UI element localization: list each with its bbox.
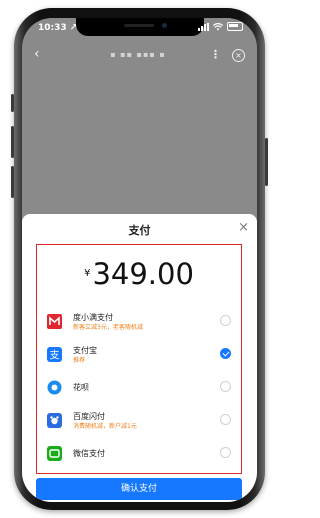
- status-bar: 10:33 ↗: [22, 18, 257, 44]
- volume-up-button: [11, 126, 14, 158]
- more-icon[interactable]: ⋮: [210, 48, 221, 61]
- sheet-title: 支付: [128, 224, 151, 237]
- method-text: 度小满支付 新客立减3元，老客随机减: [73, 312, 143, 332]
- side-button: [11, 94, 14, 112]
- method-name: 支付宝: [73, 346, 97, 355]
- method-alipay[interactable]: 支 支付宝 推荐: [37, 340, 241, 372]
- method-radio[interactable]: [220, 315, 231, 326]
- page-title: ▪ ▪▪ ▪▪▪ ▪: [110, 50, 166, 59]
- method-wechat-pay[interactable]: 微信支付: [37, 439, 241, 471]
- nav-bar: ‹ ▪ ▪▪ ▪▪▪ ▪ ⋮ ×: [22, 46, 257, 68]
- method-text: 花呗: [73, 382, 89, 393]
- sheet-close-icon[interactable]: ×: [238, 220, 249, 235]
- battery-icon: [227, 22, 243, 31]
- highlight-frame: ¥349.00 度小满支付 新客立减3元，老客随机减 支 支付宝 推荐 花呗 百…: [36, 244, 242, 474]
- method-text: 支付宝 推荐: [73, 345, 97, 365]
- system-icons: [198, 22, 243, 31]
- baidu-quickpay-icon: [47, 413, 62, 428]
- method-name: 百度闪付: [73, 412, 105, 421]
- method-name: 花呗: [73, 383, 89, 392]
- duxiaoman-icon: [47, 314, 62, 329]
- method-baidu-quickpay[interactable]: 百度闪付 消费随机减，新户减1元: [37, 406, 241, 438]
- alipay-icon: 支: [47, 347, 62, 362]
- method-text: 百度闪付 消费随机减，新户减1元: [73, 411, 137, 431]
- wifi-icon: [213, 22, 223, 30]
- method-name: 度小满支付: [73, 313, 113, 322]
- payment-amount: ¥349.00: [37, 257, 241, 291]
- method-promo: 消费随机减，新户减1元: [73, 423, 137, 430]
- back-icon[interactable]: ‹: [34, 46, 40, 62]
- svg-text:支: 支: [50, 350, 60, 362]
- amount-value: 349.00: [92, 257, 194, 291]
- method-promo: 推荐: [73, 357, 86, 364]
- speaker: [124, 24, 154, 27]
- currency-symbol: ¥: [84, 268, 91, 279]
- method-text: 微信支付: [73, 448, 105, 459]
- wechat-pay-icon: [47, 446, 62, 461]
- method-promo: 新客立减3元，老客随机减: [73, 324, 143, 331]
- camera-icon: [162, 23, 167, 28]
- method-name: 微信支付: [73, 449, 105, 458]
- close-page-icon[interactable]: ×: [232, 49, 245, 62]
- payment-sheet: 支付 × ¥349.00 度小满支付 新客立减3元，老客随机减 支 支付宝 推荐…: [22, 214, 257, 502]
- confirm-pay-button[interactable]: 确认支付: [36, 478, 242, 500]
- method-radio-selected[interactable]: [220, 348, 231, 359]
- method-radio[interactable]: [220, 381, 231, 392]
- method-duxiaoman[interactable]: 度小满支付 新客立减3元，老客随机减: [37, 307, 241, 339]
- power-button: [265, 138, 268, 186]
- method-radio[interactable]: [220, 447, 231, 458]
- volume-down-button: [11, 166, 14, 198]
- signal-icon: [198, 22, 209, 31]
- screen: 10:33 ↗ ‹ ▪ ▪▪ ▪▪▪ ▪ ⋮ × 支付 × ¥349.00 度小…: [22, 18, 257, 502]
- method-huabei[interactable]: 花呗: [37, 373, 241, 405]
- notch: [76, 18, 204, 36]
- status-time: 10:33 ↗: [38, 23, 78, 33]
- huabei-icon: [47, 380, 62, 395]
- method-radio[interactable]: [220, 414, 231, 425]
